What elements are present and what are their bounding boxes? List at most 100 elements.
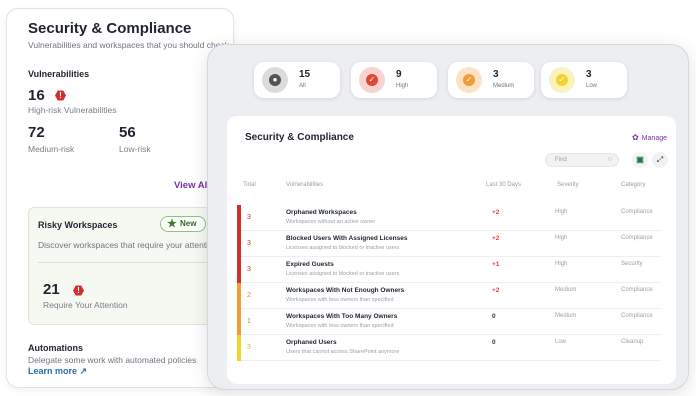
row-total: 3 — [247, 214, 251, 221]
row-last-30-days: 0 — [492, 339, 496, 346]
card-subtitle: Vulnerabilities and workspaces that you … — [28, 40, 229, 50]
table-row[interactable]: 2 Workspaces With Not Enough Owners Worksp… — [237, 283, 661, 309]
learn-more-link[interactable]: Learn more ↗ — [28, 366, 87, 377]
table-row[interactable]: 3 Blocked Users With Assigned Licenses Lic… — [237, 231, 661, 257]
medium-risk-label: Medium-risk — [28, 144, 75, 154]
header-total: Total — [243, 182, 256, 188]
row-category: Cleanup — [621, 339, 644, 345]
risky-count: 21 — [43, 281, 60, 298]
severity-icon: ✓ — [556, 74, 568, 86]
row-total: 1 — [247, 318, 251, 325]
excel-icon: ▣ — [636, 155, 644, 164]
row-description: Users that cannot access SharePoint anym… — [286, 349, 400, 355]
severity-bar — [237, 309, 241, 335]
header-last-30-days: Last 30 Days — [486, 182, 522, 188]
medium-risk-count: 72 — [28, 124, 45, 141]
security-compliance-window: ● 15 All ✓ 9 High ✓ 3 Medium ✓ 3 Low Security & Com… — [207, 44, 689, 390]
severity-filter-low[interactable]: ✓ 3 Low — [541, 62, 627, 98]
expand-button[interactable]: ⤢ — [652, 152, 668, 168]
row-severity: High — [555, 235, 568, 241]
row-name: Orphaned Workspaces — [286, 209, 357, 216]
severity-count: 3 — [493, 69, 499, 80]
low-risk-count: 56 — [119, 124, 136, 141]
row-name: Workspaces With Not Enough Owners — [286, 287, 405, 294]
row-description: Licenses assigned to blocked or inactive… — [286, 245, 400, 251]
row-total: 2 — [247, 292, 251, 299]
severity-bar — [237, 335, 241, 361]
table-row[interactable]: 3 Orphaned Users Users that cannot access … — [237, 335, 661, 361]
divider — [38, 262, 214, 263]
alert-icon: ! — [73, 285, 84, 296]
severity-label: All — [299, 83, 306, 89]
severity-icon: ✓ — [463, 74, 475, 86]
automations-heading: Automations — [28, 343, 83, 353]
row-name: Blocked Users With Assigned Licenses — [286, 235, 408, 242]
panel-title: Security & Compliance — [245, 132, 354, 143]
risky-subtitle: Discover workspaces that require your at… — [38, 240, 218, 250]
severity-bar — [237, 231, 241, 257]
severity-count: 9 — [396, 69, 402, 80]
table-row[interactable]: 1 Workspaces With Too Many Owners Workspac… — [237, 309, 661, 335]
row-category: Compliance — [621, 209, 653, 215]
severity-icon: ✓ — [366, 74, 378, 86]
row-name: Expired Guests — [286, 261, 334, 268]
row-severity: Medium — [555, 287, 577, 293]
search-placeholder: Find — [555, 157, 567, 163]
security-summary-card: Security & Compliance Vulnerabilities an… — [6, 8, 234, 388]
severity-circle: ● — [262, 67, 288, 93]
severity-bar — [237, 283, 241, 309]
row-total: 3 — [247, 240, 251, 247]
severity-icon: ● — [269, 74, 281, 86]
row-total: 3 — [247, 344, 251, 351]
severity-filter-high[interactable]: ✓ 9 High — [351, 62, 437, 98]
severity-bar — [237, 257, 241, 283]
row-severity: High — [555, 209, 568, 215]
severity-label: High — [396, 83, 409, 89]
severity-circle: ✓ — [456, 67, 482, 93]
row-last-30-days: +2 — [492, 209, 500, 216]
severity-count: 15 — [299, 69, 311, 80]
risky-count-label: Require Your Attention — [43, 300, 128, 310]
row-category: Compliance — [621, 313, 653, 319]
risky-workspaces-panel: Risky Workspaces ★ New Discover workspac… — [28, 207, 228, 325]
high-risk-label: High-risk Vulnerabilities — [28, 105, 117, 115]
row-description: Workspaces without an active owner — [286, 219, 376, 225]
table-row[interactable]: 3 Orphaned Workspaces Workspaces without a… — [237, 205, 661, 231]
search-input[interactable]: Find ○ — [545, 153, 619, 167]
row-last-30-days: +2 — [492, 235, 500, 242]
gear-icon: ✿ — [632, 133, 639, 142]
row-category: Security — [621, 261, 643, 267]
automations-subtitle: Delegate some work with automated polici… — [28, 355, 197, 365]
alert-icon: ! — [55, 90, 66, 101]
table-row[interactable]: 3 Expired Guests Licenses assigned to bloc… — [237, 257, 661, 283]
row-last-30-days: 0 — [492, 313, 496, 320]
high-risk-count: 16 — [28, 87, 45, 104]
row-description: Workspaces with less owners than specifi… — [286, 323, 394, 329]
row-name: Workspaces With Too Many Owners — [286, 313, 398, 320]
severity-label: Medium — [493, 83, 515, 89]
severity-count: 3 — [586, 69, 592, 80]
new-badge: ★ New — [160, 216, 206, 232]
row-category: Compliance — [621, 235, 653, 241]
severity-filter-all[interactable]: ● 15 All — [254, 62, 340, 98]
severity-filter-medium[interactable]: ✓ 3 Medium — [448, 62, 534, 98]
header-severity: Severity — [557, 182, 579, 188]
header-vulnerabilities: Vulnerabilities — [286, 182, 324, 188]
row-description: Workspaces with less owners than specifi… — [286, 297, 394, 303]
new-badge-label: New — [180, 219, 197, 228]
low-risk-label: Low-risk — [119, 144, 151, 154]
manage-button[interactable]: ✿ Manage — [632, 133, 667, 142]
header-category: Category — [621, 182, 646, 188]
severity-circle: ✓ — [549, 67, 575, 93]
row-last-30-days: +2 — [492, 287, 500, 294]
star-icon: ★ — [167, 218, 177, 230]
export-excel-button[interactable]: ▣ — [632, 152, 648, 168]
severity-label: Low — [586, 83, 598, 89]
severity-bar — [237, 205, 241, 231]
risky-title: Risky Workspaces — [38, 220, 118, 230]
row-severity: Low — [555, 339, 567, 345]
row-last-30-days: +1 — [492, 261, 500, 268]
severity-circle: ✓ — [359, 67, 385, 93]
search-icon: ○ — [607, 156, 612, 163]
manage-label: Manage — [641, 135, 667, 142]
